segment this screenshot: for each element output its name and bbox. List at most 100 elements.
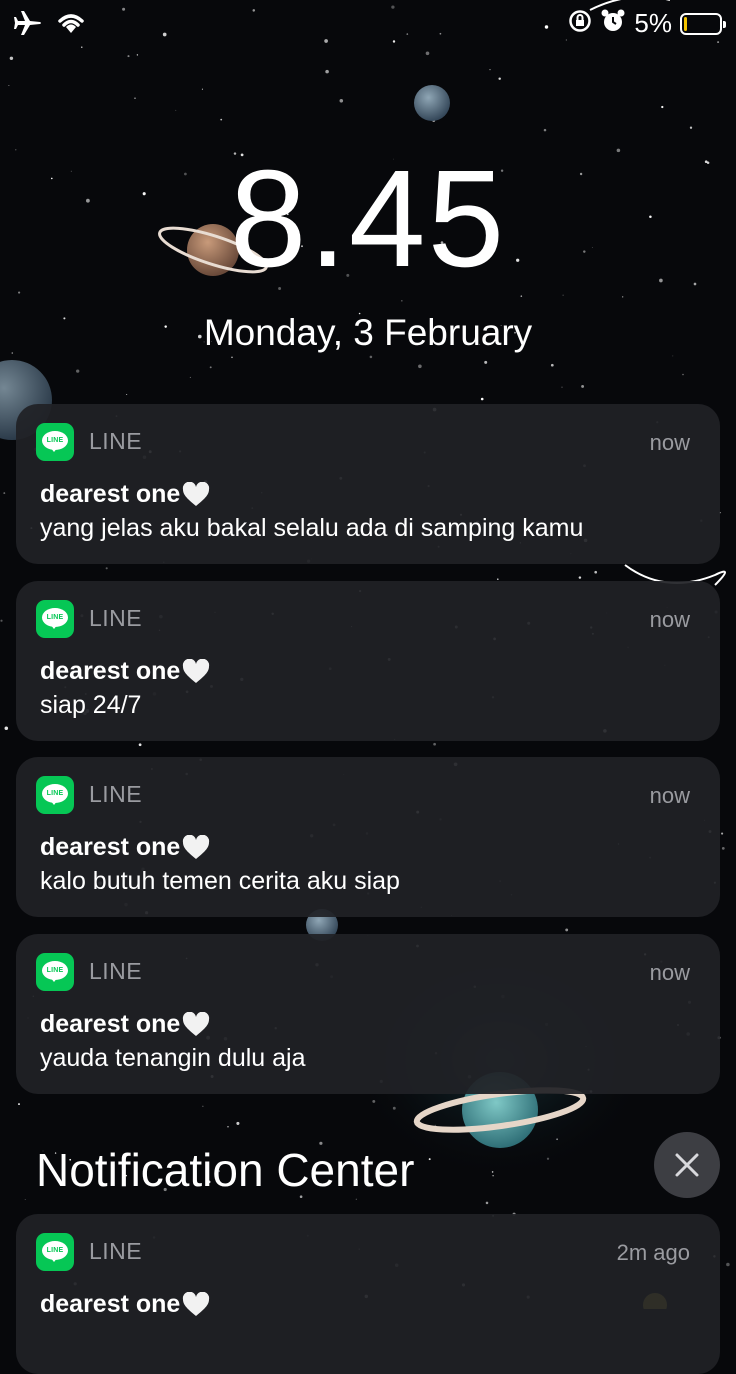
notification-time: now — [649, 430, 690, 455]
notification-title: dearest one — [40, 833, 210, 862]
star — [325, 69, 329, 74]
line-app-icon: LINE — [36, 600, 74, 638]
star — [18, 1103, 20, 1106]
white-heart-icon — [183, 834, 210, 859]
star — [76, 369, 80, 373]
orientation-lock-icon — [568, 9, 592, 38]
star — [578, 576, 582, 579]
star — [355, 1198, 357, 1200]
lock-screen-time: 8.45 — [229, 142, 507, 296]
star — [202, 1105, 204, 1107]
star — [3, 492, 6, 495]
star — [622, 296, 624, 298]
star — [581, 384, 585, 388]
star — [543, 128, 547, 132]
star — [81, 46, 83, 48]
star — [496, 578, 499, 581]
notification-app-name: LINE — [89, 428, 143, 454]
lock-screen-date: Monday, 3 February — [203, 312, 533, 353]
star — [550, 363, 554, 367]
star — [105, 567, 108, 570]
notification-app-name: LINE — [89, 605, 143, 631]
clear-notifications-button[interactable] — [654, 1132, 720, 1198]
alarm-icon — [600, 8, 626, 39]
star — [561, 386, 563, 388]
battery-icon — [680, 12, 726, 35]
star — [433, 742, 436, 746]
notification-message: kalo butuh temen cerita aku siap — [40, 867, 400, 895]
star — [136, 54, 139, 56]
star — [594, 570, 598, 574]
notification-title: dearest one — [40, 657, 210, 686]
star — [425, 51, 430, 56]
notification-time: 2m ago — [616, 1240, 690, 1265]
star — [661, 105, 664, 109]
notification-title: dearest one — [40, 1290, 210, 1319]
star — [209, 366, 212, 369]
notification-message: yauda tenangin dulu aja — [40, 1044, 306, 1072]
star — [562, 294, 564, 296]
notification-title: dearest one — [40, 480, 210, 509]
star — [0, 619, 3, 622]
notification-message: siap 24/7 — [40, 691, 142, 719]
line-app-icon: LINE — [36, 1233, 74, 1271]
white-heart-icon — [183, 1011, 210, 1036]
star — [138, 743, 142, 747]
notification-card[interactable]: LINE LINE now dearest one yang jelas aku… — [16, 404, 720, 564]
wifi-icon — [56, 11, 86, 40]
star — [672, 355, 674, 357]
star — [721, 832, 724, 835]
line-app-icon: LINE — [36, 953, 74, 991]
star — [175, 109, 177, 111]
star — [369, 355, 373, 359]
star — [24, 1199, 26, 1200]
notification-center-card[interactable]: LINE LINE 2m ago dearest one — [16, 1214, 720, 1374]
notification-center-title: Notification Center — [36, 1144, 415, 1196]
star — [418, 364, 422, 369]
notification-card[interactable]: LINE LINE now dearest one siap 24/7 — [16, 581, 720, 741]
star — [189, 376, 191, 378]
notification-time: now — [649, 607, 690, 632]
star — [236, 1121, 240, 1125]
status-bar: 5% — [0, 0, 736, 46]
star — [721, 847, 725, 850]
battery-level-fill — [684, 16, 687, 31]
notification-app-name: LINE — [89, 1238, 143, 1264]
star — [220, 118, 223, 121]
star — [4, 726, 9, 731]
notification-app-name: LINE — [89, 781, 143, 807]
star — [8, 85, 10, 87]
star — [520, 295, 523, 297]
white-heart-icon — [183, 658, 210, 683]
star — [485, 1201, 489, 1205]
star — [689, 126, 693, 129]
line-app-icon: LINE — [36, 776, 74, 814]
notification-message: yang jelas aku bakal selalu ada di sampi… — [40, 514, 584, 542]
white-heart-icon — [183, 481, 210, 506]
star — [227, 1126, 229, 1128]
star — [134, 97, 136, 99]
notification-app-name: LINE — [89, 958, 143, 984]
notification-time: now — [649, 783, 690, 808]
star — [498, 77, 501, 80]
star — [726, 1262, 730, 1267]
notification-card[interactable]: LINE LINE now dearest one yauda tenangin… — [16, 934, 720, 1094]
star — [484, 360, 488, 364]
battery-percent: 5% — [634, 8, 672, 38]
star — [489, 68, 491, 71]
star — [18, 291, 21, 294]
battery-cap — [723, 20, 726, 28]
star — [480, 397, 484, 401]
star — [9, 56, 14, 61]
star — [126, 394, 128, 395]
star — [127, 55, 130, 58]
notification-title: dearest one — [40, 1010, 210, 1039]
airplane-icon — [14, 10, 42, 41]
line-app-icon: LINE — [36, 423, 74, 461]
close-icon — [675, 1153, 699, 1177]
white-heart-icon — [183, 1291, 210, 1316]
star — [401, 300, 403, 302]
star — [231, 356, 233, 359]
status-bar-right: 5% — [568, 8, 726, 39]
notification-card[interactable]: LINE LINE now dearest one kalo butuh tem… — [16, 757, 720, 917]
